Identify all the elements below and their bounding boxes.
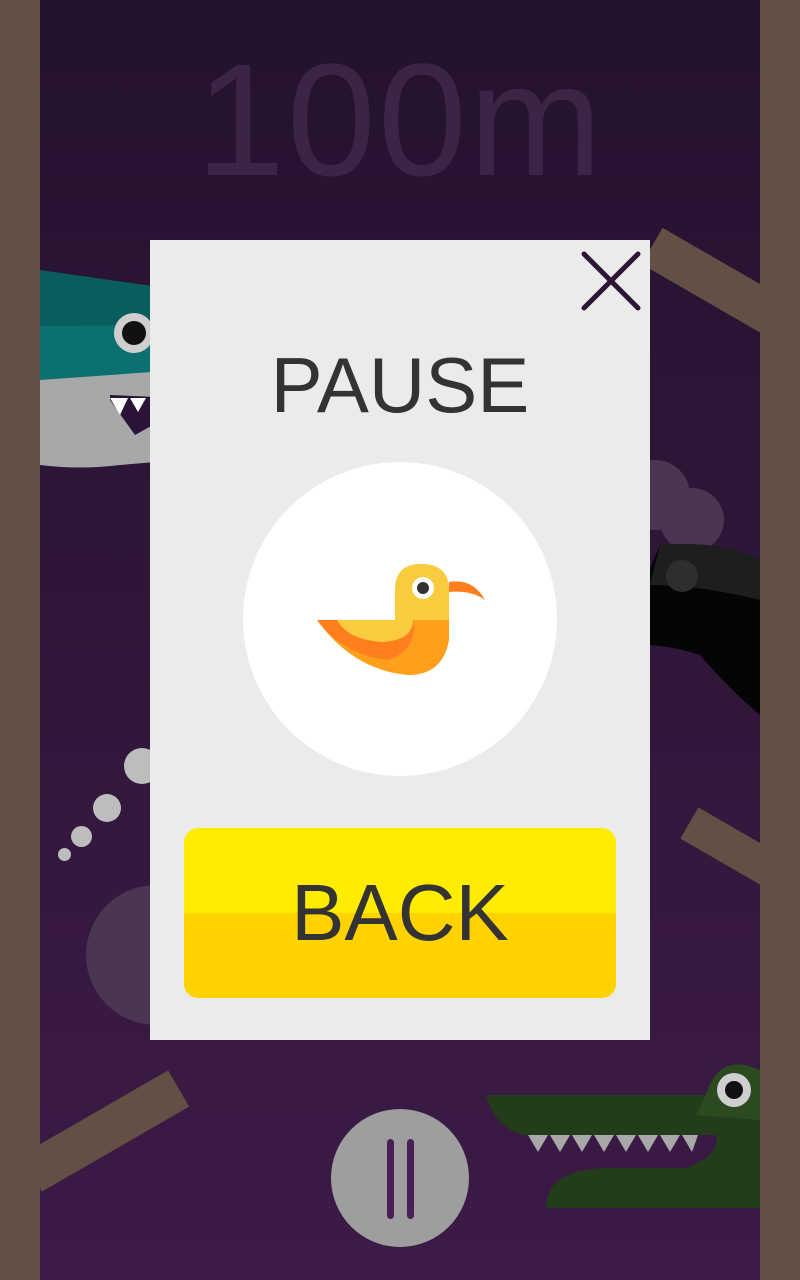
plank-bottom-left (20, 1070, 190, 1192)
duck-icon (317, 564, 485, 675)
crow-icon (640, 544, 760, 715)
pause-icon (387, 1139, 394, 1219)
pause-button[interactable] (331, 1109, 469, 1247)
back-button-label: BACK (291, 868, 509, 957)
bubble-icon (71, 826, 92, 847)
close-button[interactable] (578, 248, 644, 314)
back-button[interactable]: BACK (184, 828, 616, 998)
character-avatar (243, 462, 557, 776)
bubble-icon (58, 848, 71, 861)
crocodile-icon (486, 1064, 760, 1208)
pause-icon (407, 1139, 414, 1219)
pause-title: PAUSE (270, 341, 530, 429)
close-icon (581, 251, 641, 311)
distance-counter: 100m (195, 30, 605, 209)
bubble-icon (93, 794, 121, 822)
